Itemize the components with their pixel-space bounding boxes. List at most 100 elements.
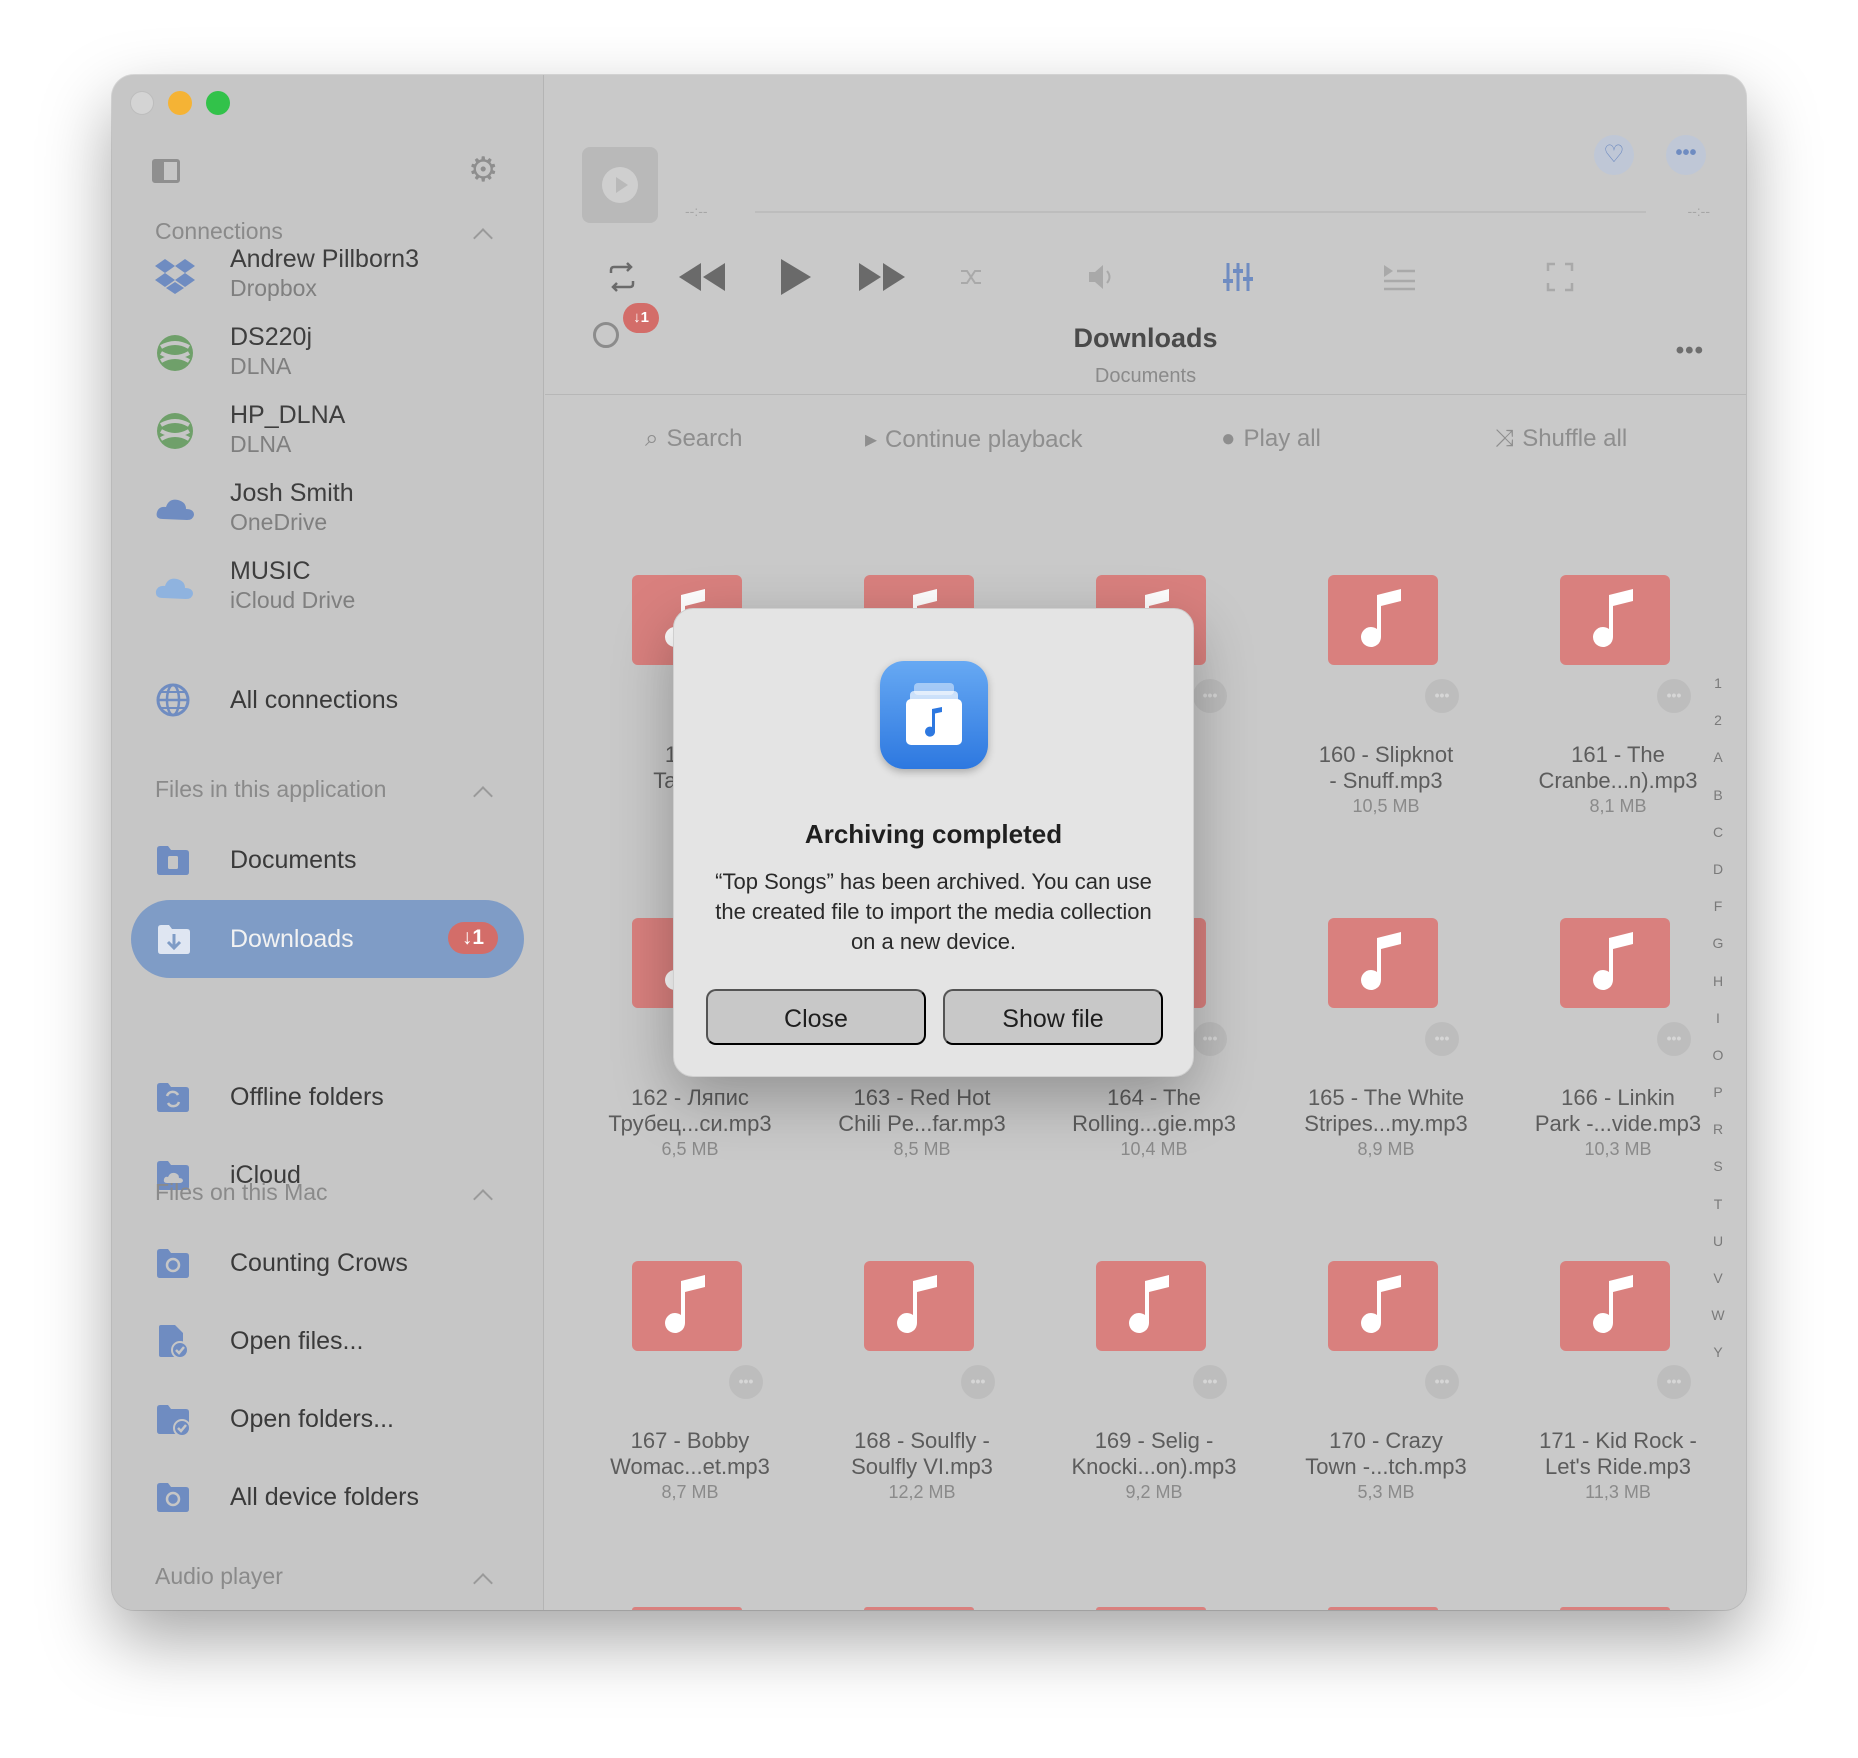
file-name-line2: Park -...vide.mp3 — [1534, 1111, 1702, 1136]
more-options-icon[interactable]: ••• — [1193, 1365, 1227, 1399]
sidebar-item-open-folders[interactable]: Open folders... — [155, 1399, 515, 1439]
file-tile[interactable]: ••• 171 - Kid Rock - Let's Ride.mp3 11,3… — [1518, 1261, 1718, 1561]
more-options-icon[interactable]: ••• — [1657, 679, 1691, 713]
file-tile-partial[interactable] — [864, 1607, 974, 1610]
sidebar-item-downloads[interactable]: Downloads ↓1 — [131, 900, 524, 978]
chevron-up-icon[interactable] — [473, 786, 493, 806]
volume-icon[interactable] — [1085, 255, 1119, 299]
open-file-icon — [159, 1325, 189, 1359]
play-all-button[interactable]: ● Play all — [1221, 425, 1321, 453]
sidebar-item-open-files[interactable]: Open files... — [155, 1321, 515, 1361]
search-button[interactable]: ⌕ Search — [645, 425, 743, 453]
index-letter[interactable]: H — [1708, 963, 1728, 1000]
queue-icon[interactable] — [1381, 255, 1417, 299]
progress-slider[interactable] — [755, 211, 1646, 213]
section-header-app-files[interactable]: Files in this application — [155, 776, 386, 803]
file-tile[interactable]: ••• 161 - The Cranbe...n).mp3 8,1 MB — [1518, 575, 1718, 875]
more-options-icon[interactable]: ••• — [1193, 679, 1227, 713]
connection-hp-dlna[interactable]: HP_DLNA DLNA — [155, 401, 515, 463]
index-letter[interactable]: D — [1708, 851, 1728, 888]
connection-service: iCloud Drive — [230, 587, 356, 613]
show-file-button[interactable]: Show file — [943, 989, 1163, 1045]
close-button[interactable]: Close — [706, 989, 926, 1045]
rewind-icon[interactable] — [675, 255, 729, 299]
file-size: 8,7 MB — [661, 1482, 719, 1502]
folder-options-icon[interactable]: ••• — [1676, 337, 1704, 365]
connection-name: DS220j — [230, 323, 312, 351]
index-letter[interactable]: W — [1708, 1297, 1728, 1334]
file-tile[interactable]: ••• 165 - The White Stripes...my.mp3 8,9… — [1286, 918, 1486, 1218]
shuffle-all-button[interactable]: ⤨ Shuffle all — [1495, 425, 1627, 453]
section-header-audio-player[interactable]: Audio player — [155, 1563, 283, 1590]
file-size: 11,3 MB — [1585, 1482, 1651, 1502]
more-options-icon[interactable]: ••• — [1657, 1365, 1691, 1399]
sidebar-toggle-icon[interactable] — [152, 159, 180, 183]
sidebar-item-counting-crows[interactable]: Counting Crows — [155, 1243, 515, 1283]
gear-icon[interactable]: ⚙ — [468, 153, 498, 187]
index-letter[interactable]: U — [1708, 1223, 1728, 1260]
dlna-icon — [157, 335, 193, 371]
fullscreen-icon[interactable] — [1545, 255, 1575, 299]
index-letter[interactable]: 1 — [1708, 665, 1728, 702]
more-options-icon[interactable]: ••• — [1657, 1022, 1691, 1056]
play-icon[interactable] — [775, 255, 815, 299]
index-letter[interactable]: 2 — [1708, 702, 1728, 739]
equalizer-icon[interactable] — [1221, 255, 1255, 299]
index-letter[interactable]: F — [1708, 888, 1728, 925]
index-letter[interactable]: O — [1708, 1037, 1728, 1074]
shuffle-icon[interactable] — [957, 255, 985, 299]
file-tile[interactable]: ••• 170 - Crazy Town -...tch.mp3 5,3 MB — [1286, 1261, 1486, 1561]
index-letter[interactable]: Y — [1708, 1334, 1728, 1371]
file-tile[interactable]: ••• 169 - Selig - Knocki...on).mp3 9,2 M… — [1054, 1261, 1254, 1561]
alphabet-index[interactable]: 1 2 A B C D F G H I O P R S T U V W Y — [1708, 665, 1728, 1372]
index-letter[interactable]: P — [1708, 1074, 1728, 1111]
index-letter[interactable]: A — [1708, 739, 1728, 776]
fast-forward-icon[interactable] — [855, 255, 909, 299]
connection-name: MUSIC — [230, 557, 311, 585]
sidebar-item-offline-folders[interactable]: Offline folders — [155, 1077, 515, 1117]
chevron-up-icon[interactable] — [473, 1573, 493, 1593]
section-header-mac-files[interactable]: Files on this Mac — [155, 1179, 328, 1206]
section-header-connections[interactable]: Connections — [155, 218, 283, 245]
now-playing-artwork[interactable] — [582, 147, 658, 223]
file-tile[interactable]: ••• 167 - Bobby Womac...et.mp3 8,7 MB — [590, 1261, 790, 1561]
index-letter[interactable]: S — [1708, 1148, 1728, 1185]
connection-ds220j[interactable]: DS220j DLNA — [155, 323, 515, 385]
index-letter[interactable]: I — [1708, 1000, 1728, 1037]
sidebar-item-all-device-folders[interactable]: All device folders — [155, 1477, 515, 1517]
file-tile-partial[interactable] — [632, 1607, 742, 1610]
play-circle-icon — [602, 167, 638, 203]
file-tile[interactable]: ••• 168 - Soulfly - Soulfly VI.mp3 12,2 … — [822, 1261, 1022, 1561]
index-letter[interactable]: B — [1708, 777, 1728, 814]
sidebar-item-documents[interactable]: Documents — [155, 840, 515, 880]
repeat-icon[interactable] — [605, 255, 639, 299]
index-letter[interactable]: V — [1708, 1260, 1728, 1297]
file-tile[interactable]: ••• 160 - Slipknot - Snuff.mp3 10,5 MB — [1286, 575, 1486, 875]
minimize-window-button[interactable] — [168, 91, 192, 115]
connection-onedrive[interactable]: Josh Smith OneDrive — [155, 479, 515, 541]
connection-icloud-drive[interactable]: MUSIC iCloud Drive — [155, 557, 515, 619]
heart-icon[interactable]: ♡ — [1594, 135, 1634, 175]
index-letter[interactable]: R — [1708, 1111, 1728, 1148]
index-letter[interactable]: G — [1708, 925, 1728, 962]
file-tile-partial[interactable] — [1328, 1607, 1438, 1610]
download-count-badge: ↓1 — [447, 922, 498, 954]
file-tile[interactable]: ••• 166 - Linkin Park -...vide.mp3 10,3 … — [1518, 918, 1718, 1218]
more-options-icon[interactable]: ••• — [1425, 679, 1459, 713]
file-name-line2: Cranbe...n).mp3 — [1538, 768, 1698, 793]
maximize-window-button[interactable] — [206, 91, 230, 115]
index-letter[interactable]: T — [1708, 1186, 1728, 1223]
connection-dropbox[interactable]: Andrew Pillborn3 Dropbox — [155, 245, 515, 307]
close-window-button[interactable] — [130, 91, 154, 115]
sidebar-item-all-connections[interactable]: All connections — [155, 680, 515, 720]
more-options-icon[interactable]: ••• — [1425, 1022, 1459, 1056]
file-tile-partial[interactable] — [1096, 1607, 1206, 1610]
more-options-icon[interactable]: ••• — [729, 1365, 763, 1399]
more-options-icon[interactable]: ••• — [1193, 1022, 1227, 1056]
more-options-icon[interactable]: ••• — [961, 1365, 995, 1399]
more-options-icon[interactable]: ••• — [1425, 1365, 1459, 1399]
more-options-icon[interactable]: ••• — [1666, 135, 1706, 175]
file-tile-partial[interactable] — [1560, 1607, 1670, 1610]
index-letter[interactable]: C — [1708, 814, 1728, 851]
continue-playback-button[interactable]: ▸ Continue playback — [865, 425, 1083, 454]
